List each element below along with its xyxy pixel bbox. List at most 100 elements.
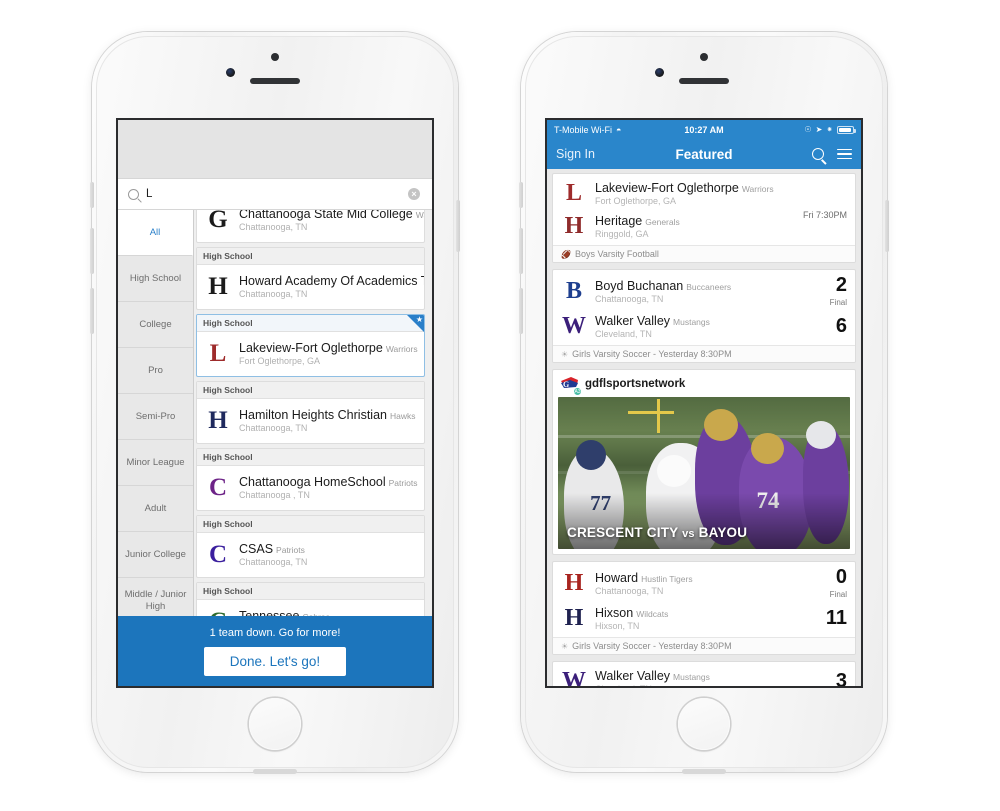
team-results-list[interactable]: G Chattanooga State Mid CollegeWarriors … (194, 210, 432, 686)
goalpost-decoration (657, 399, 661, 433)
power-button[interactable] (885, 200, 889, 252)
team-level-label: High School (197, 516, 424, 533)
media-thumbnail[interactable]: 77 74 CRESCENT CITY vs BAYOU (558, 397, 850, 549)
earpiece-speaker (250, 78, 300, 84)
mute-switch[interactable] (90, 182, 94, 208)
left-screen: L × All High School College Pro Semi-Pro… (118, 120, 432, 686)
top-blank-area (118, 120, 432, 178)
team-logo-icon: H (208, 407, 228, 434)
team-mascot: Hawks (389, 411, 416, 421)
clear-search-icon[interactable]: × (408, 188, 420, 200)
team-card[interactable]: High School C Chattanooga HomeSchool Patr… (196, 448, 425, 511)
volume-down-button[interactable] (90, 288, 94, 334)
team-name-text: Lakeview-Fort Oglethorpe (595, 180, 739, 195)
soccer-icon: ☀ (561, 641, 569, 651)
team-logo-icon: L (209, 340, 227, 367)
team-name: Lakeview-Fort Oglethorpe Warriors (239, 341, 418, 355)
sidebar-item-minor-league[interactable]: Minor League (118, 440, 193, 486)
sport-label: Girls Varsity Soccer - Yesterday 8:30PM (572, 641, 732, 651)
team-name: Hixson Wildcats (595, 606, 797, 620)
iphone-left-device: L × All High School College Pro Semi-Pro… (90, 32, 460, 774)
team-score: 11 (825, 607, 847, 629)
game-sport-footer: ☀ Girls Varsity Soccer - Yesterday 8:30P… (553, 637, 855, 654)
mute-switch[interactable] (519, 182, 523, 208)
team-name-text: Boyd Buchanan (595, 278, 684, 293)
team-location: Chattanooga, TN (239, 423, 308, 433)
done-button[interactable]: Done. Let's go! (203, 646, 347, 676)
volume-up-button[interactable] (90, 228, 94, 274)
team-card[interactable]: High School C CSAS Patriots Chattanooga, … (196, 515, 425, 578)
team-card[interactable]: High School H Hamilton Heights Christian… (196, 381, 425, 444)
team-level-label: High School (197, 583, 424, 600)
team-logo-icon: B (565, 278, 582, 304)
team-score: 6 (835, 315, 847, 337)
game-team-row: H Hixson Wildcats Hixson, TN 11 (553, 604, 855, 637)
volume-up-button[interactable] (519, 228, 523, 274)
sidebar-item-junior-college[interactable]: Junior College (118, 532, 193, 578)
game-card[interactable]: B Boyd Buchanan Buccaneers Chattanooga, T… (552, 269, 856, 363)
team-card[interactable]: High School H Howard Academy Of Academic… (196, 247, 425, 310)
team-level-label: High School (197, 382, 424, 399)
sidebar-item-adult[interactable]: Adult (118, 486, 193, 532)
proximity-sensor-icon (271, 53, 279, 61)
team-mascot: Patriots (276, 545, 305, 555)
team-location: Chattanooga, TN (595, 293, 664, 304)
team-name-text: Walker Valley (595, 313, 671, 328)
caption-team-a: CRESCENT CITY (567, 525, 679, 540)
game-status-badge: Final (829, 298, 847, 307)
team-name: Chattanooga HomeSchool Patriots (239, 475, 417, 489)
goalpost-crossbar (628, 411, 675, 414)
progress-message: 1 team down. Go for more! (209, 626, 341, 639)
game-status-badge: Final (829, 590, 847, 599)
search-icon[interactable] (812, 148, 824, 160)
star-icon: ★ (415, 315, 423, 324)
caption-vs: vs (682, 528, 695, 540)
team-card-selected[interactable]: ★ High School L Lakeview-Fort Oglethorpe… (196, 314, 425, 377)
team-mascot: Generals (645, 216, 680, 227)
app-navbar: Sign In Featured (547, 139, 861, 169)
game-card[interactable]: H Howard Hustlin Tigers Chattanooga, TN 0… (552, 561, 856, 655)
team-name: Howard Hustlin Tigers (595, 571, 797, 585)
team-location: Chattanooga, TN (239, 289, 308, 299)
sidebar-item-label: All (149, 226, 161, 238)
team-location: Chattanooga, TN (239, 557, 308, 567)
sidebar-item-label: Minor League (126, 456, 185, 468)
right-screen: T-Mobile Wi-Fi ◓ 10:27 AM ☉ ➤ ⁕ Sign In … (547, 120, 861, 686)
team-name-text: Walker Valley (595, 668, 671, 683)
team-mascot: Buccaneers (686, 281, 732, 292)
search-input[interactable]: L (146, 188, 152, 200)
team-logo-icon: H (208, 273, 228, 300)
sidebar-item-label: Middle / Junior High (124, 588, 187, 612)
bluetooth-icon: ⁕ (826, 125, 833, 134)
team-name: Howard Academy Of Academics TechH (239, 274, 424, 288)
game-card[interactable]: L Lakeview-Fort Oglethorpe Warriors Fort … (552, 173, 856, 263)
team-search-bar[interactable]: L × (118, 178, 432, 210)
sidebar-item-all[interactable]: All (118, 210, 193, 256)
sidebar-item-college[interactable]: College (118, 302, 193, 348)
game-card[interactable]: W Walker ValleyMustangs Cleveland, TN 3 (552, 661, 856, 686)
sidebar-item-semi-pro[interactable]: Semi-Pro (118, 394, 193, 440)
avatar-badge: A3 (573, 387, 582, 396)
team-name-text: Howard Academy Of Academics Tech (239, 274, 424, 288)
battery-icon (837, 125, 856, 134)
soccer-icon: ☀ (561, 349, 569, 359)
sidebar-item-high-school[interactable]: High School (118, 256, 193, 302)
power-button[interactable] (456, 200, 460, 252)
sidebar-item-label: Adult (144, 502, 167, 514)
team-location: Fort Oglethorpe, GA (595, 195, 677, 206)
game-sport-footer: 🏈 Boys Varsity Football (553, 245, 855, 262)
home-button[interactable] (678, 698, 730, 750)
team-logo-icon: W (562, 668, 586, 686)
hamburger-menu-icon[interactable] (837, 148, 852, 160)
team-name: Walker Valley Mustangs (595, 314, 797, 328)
media-card[interactable]: G A3 gdflsportsnetwork CRESCENT CITY vs … (552, 369, 856, 555)
earpiece-speaker (679, 78, 729, 84)
sidebar-item-label: Pro (148, 364, 163, 376)
home-button[interactable] (249, 698, 301, 750)
sidebar-item-pro[interactable]: Pro (118, 348, 193, 394)
featured-feed[interactable]: L Lakeview-Fort Oglethorpe Warriors Fort … (547, 169, 861, 686)
team-logo-icon: W (562, 313, 586, 339)
team-card[interactable]: G Chattanooga State Mid CollegeWarriors … (196, 210, 425, 243)
team-logo-icon: H (564, 570, 584, 596)
volume-down-button[interactable] (519, 288, 523, 334)
